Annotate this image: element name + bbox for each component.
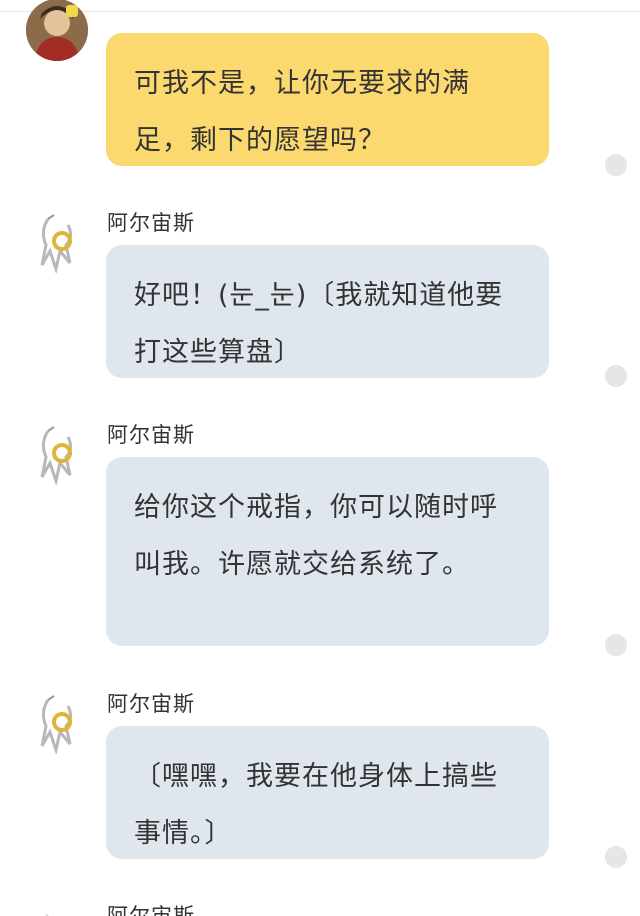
message-bubble[interactable]: 〔嘿嘿，我要在他身体上搞些事情。〕 — [106, 726, 549, 859]
message-bubble[interactable]: 给你这个戒指，你可以随时呼叫我。许愿就交给系统了。 — [106, 457, 549, 646]
top-divider — [0, 11, 640, 12]
status-dot — [605, 154, 627, 176]
sender-name: 阿尔宙斯 — [107, 904, 195, 916]
status-dot — [605, 846, 627, 868]
message-bubble[interactable]: 好吧！(눈_눈)〔我就知道他要打这些算盘〕 — [106, 245, 549, 378]
arceus-avatar[interactable] — [26, 904, 88, 916]
trainer-avatar[interactable] — [26, 0, 88, 61]
sender-name: 阿尔宙斯 — [107, 692, 195, 716]
arceus-avatar[interactable] — [26, 692, 88, 754]
sender-name: 阿尔宙斯 — [107, 211, 195, 235]
status-dot — [605, 365, 627, 387]
sender-name: 阿尔宙斯 — [107, 423, 195, 447]
arceus-avatar[interactable] — [26, 211, 88, 273]
message-bubble[interactable]: 可我不是，让你无要求的满足，剩下的愿望吗？ — [106, 33, 549, 166]
status-dot — [605, 634, 627, 656]
arceus-avatar[interactable] — [26, 423, 88, 485]
